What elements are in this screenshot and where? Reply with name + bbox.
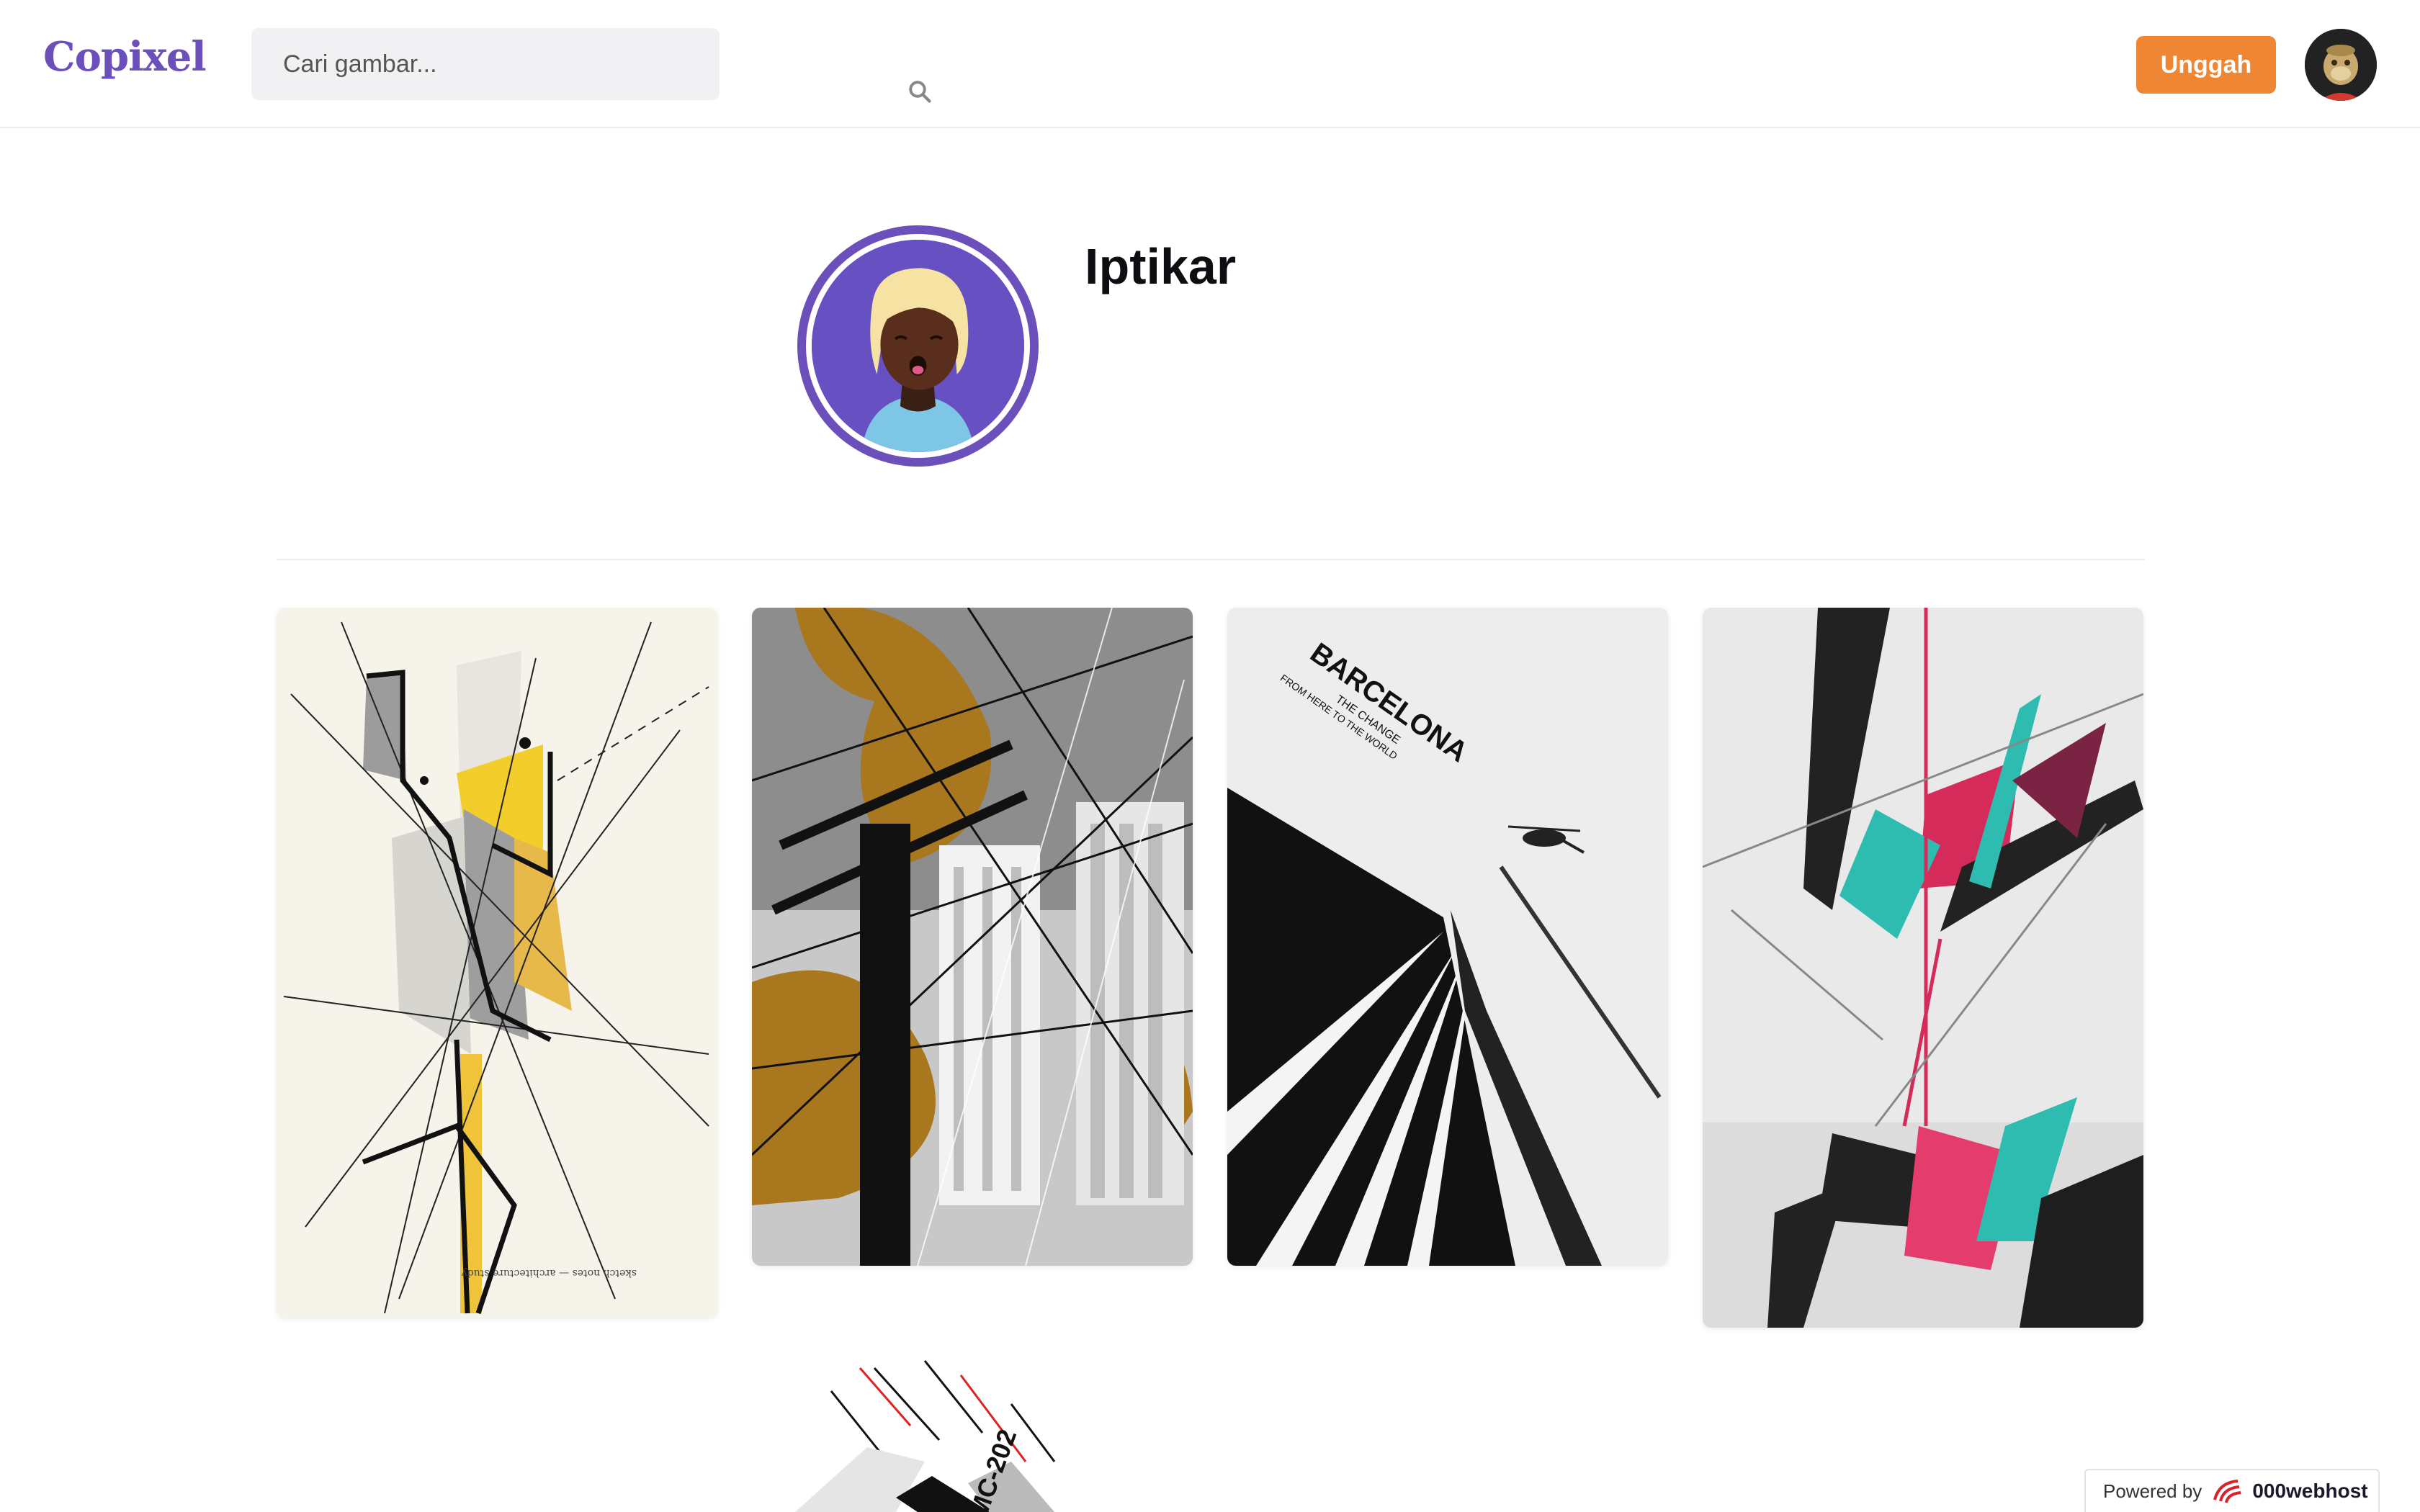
gallery-image bbox=[1703, 608, 2143, 1328]
search-input[interactable] bbox=[283, 28, 643, 100]
gallery-item[interactable] bbox=[1703, 608, 2143, 1328]
host-logo-icon bbox=[2213, 1480, 2241, 1503]
site-logo[interactable]: Copixel bbox=[43, 33, 207, 81]
gallery-image bbox=[752, 608, 1193, 1266]
user-avatar[interactable] bbox=[2305, 29, 2377, 101]
profile-name: Iptikar bbox=[1085, 238, 1237, 294]
gallery-image: MC-202 bbox=[752, 1296, 1193, 1512]
gallery-item[interactable]: MC-202 bbox=[752, 1296, 1193, 1512]
search-box[interactable] bbox=[251, 28, 931, 103]
hosting-badge[interactable]: Powered by 000webhost bbox=[2084, 1469, 2380, 1512]
upload-button[interactable]: Unggah bbox=[2136, 36, 2276, 94]
profile-avatar bbox=[797, 225, 1039, 467]
host-name: 000webhost bbox=[2252, 1480, 2368, 1502]
gallery-image: sketch notes — architecture study bbox=[277, 608, 717, 1318]
powered-by-label: Powered by bbox=[2103, 1480, 2202, 1502]
gallery-item[interactable]: BARCELONA THE CHANGE FROM HERE TO THE WO… bbox=[1227, 608, 1668, 1266]
gallery-item[interactable]: sketch notes — architecture study bbox=[277, 608, 717, 1318]
girl-avatar-icon bbox=[812, 240, 1024, 452]
search-icon[interactable] bbox=[907, 78, 933, 104]
gallery-image: BARCELONA THE CHANGE FROM HERE TO THE WO… bbox=[1227, 608, 1668, 1266]
section-divider bbox=[277, 559, 2145, 560]
svg-text:sketch notes — architecture st: sketch notes — architecture study bbox=[462, 1267, 637, 1279]
top-navbar: Copixel Unggah bbox=[0, 0, 2420, 128]
ape-avatar-icon bbox=[2305, 29, 2377, 101]
gallery-item[interactable] bbox=[752, 608, 1193, 1266]
